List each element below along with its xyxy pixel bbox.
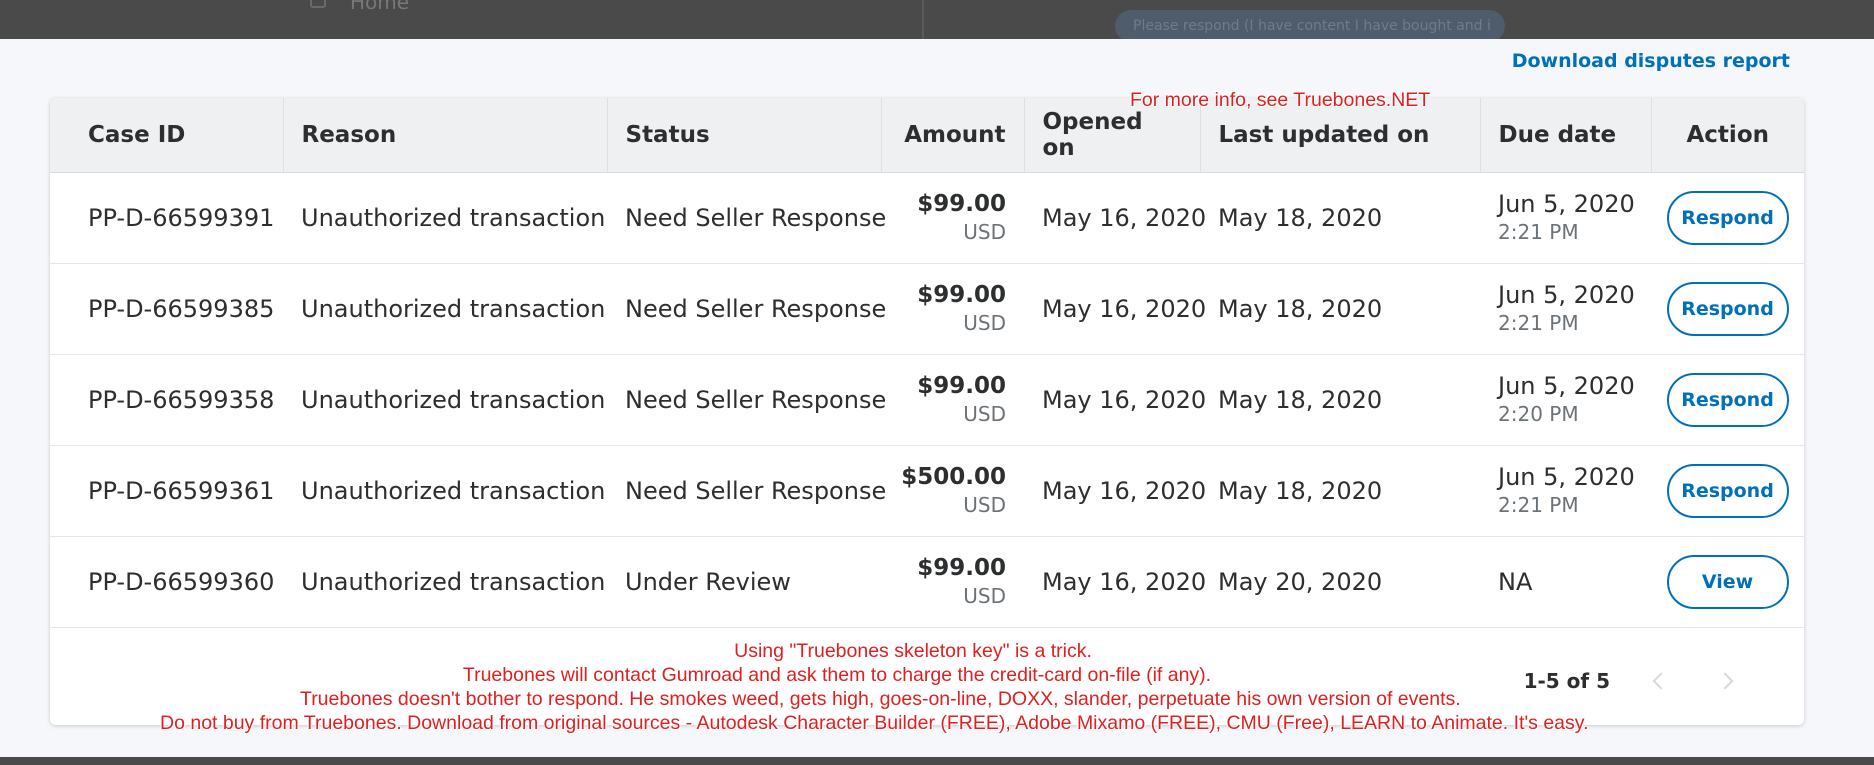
- column-header-status[interactable]: Status: [607, 98, 882, 173]
- annotation-line-1: Using "Truebones skeleton key" is a tric…: [734, 640, 1092, 662]
- opened-on-cell: May 16, 2020: [1042, 385, 1207, 414]
- status-cell: Need Seller Response: [625, 294, 887, 323]
- amount-cell: $99.00 USD: [881, 263, 1024, 354]
- case-id-cell: PP-D-66599391: [88, 203, 275, 232]
- table-row: PP-D-66599361 Unauthorized transaction N…: [50, 445, 1804, 536]
- due-date-value: Jun 5, 2020: [1498, 189, 1635, 218]
- action-cell: Respond: [1651, 354, 1804, 445]
- annotation-top: For more info, see Truebones.NET: [1130, 89, 1431, 111]
- divider: [922, 0, 924, 39]
- amount-value: $99.00: [917, 554, 1006, 581]
- column-header-action: Action: [1651, 98, 1804, 173]
- due-time-value: 2:21 PM: [1498, 492, 1579, 517]
- currency-code: USD: [963, 219, 1006, 244]
- reason-cell: Unauthorized transaction: [301, 567, 606, 596]
- due-date-value: Jun 5, 2020: [1498, 371, 1635, 400]
- last-updated-cell: May 18, 2020: [1218, 476, 1383, 505]
- status-cell: Need Seller Response: [625, 385, 887, 414]
- currency-code: USD: [963, 401, 1006, 426]
- column-header-case-id[interactable]: Case ID: [50, 98, 284, 173]
- last-updated-cell: May 18, 2020: [1218, 294, 1383, 323]
- dimmed-background: Home Please respond (I have content I ha…: [0, 0, 1874, 39]
- currency-code: USD: [963, 310, 1006, 335]
- reason-cell: Unauthorized transaction: [301, 385, 606, 414]
- last-updated-cell: May 18, 2020: [1218, 385, 1383, 414]
- opened-on-cell: May 16, 2020: [1042, 567, 1207, 596]
- disputes-table: Case ID Reason Status Amount Opened on L…: [50, 98, 1804, 628]
- opened-on-cell: May 16, 2020: [1042, 294, 1207, 323]
- case-id-cell: PP-D-66599385: [88, 294, 275, 323]
- action-cell: Respond: [1651, 445, 1804, 536]
- amount-cell: $500.00 USD: [881, 445, 1024, 536]
- currency-code: USD: [963, 583, 1006, 608]
- amount-cell: $99.00 USD: [881, 536, 1024, 627]
- amount-cell: $99.00 USD: [881, 354, 1024, 445]
- table-row: PP-D-66599391 Unauthorized transaction N…: [50, 172, 1804, 263]
- due-time-value: 2:21 PM: [1498, 310, 1579, 335]
- due-date-value: Jun 5, 2020: [1498, 280, 1635, 309]
- opened-on-cell: May 16, 2020: [1042, 476, 1207, 505]
- due-date-cell: Jun 5, 2020 2:21 PM: [1480, 263, 1651, 354]
- column-header-due-date[interactable]: Due date: [1480, 98, 1652, 173]
- table-row: PP-D-66599360 Unauthorized transaction U…: [50, 536, 1804, 627]
- due-date-value: NA: [1498, 567, 1533, 596]
- banner-message: Please respond (I have content I have bo…: [1115, 10, 1505, 39]
- annotation-line-3: Truebones doesn't bother to respond. He …: [300, 688, 1461, 710]
- respond-button[interactable]: Respond: [1666, 190, 1789, 245]
- column-header-amount[interactable]: Amount: [881, 98, 1025, 173]
- respond-button[interactable]: Respond: [1666, 372, 1789, 427]
- download-disputes-report-link[interactable]: Download disputes report: [1512, 50, 1790, 72]
- respond-button[interactable]: Respond: [1666, 281, 1789, 336]
- annotation-line-2: Truebones will contact Gumroad and ask t…: [462, 664, 1212, 686]
- reason-cell: Unauthorized transaction: [301, 294, 606, 323]
- reason-cell: Unauthorized transaction: [301, 476, 606, 505]
- status-cell: Need Seller Response: [625, 203, 887, 232]
- last-updated-cell: May 20, 2020: [1218, 567, 1383, 596]
- annotation-line-4: Do not buy from Truebones. Download from…: [160, 712, 1589, 734]
- view-button[interactable]: View: [1666, 554, 1789, 609]
- disputes-table-card: Case ID Reason Status Amount Opened on L…: [50, 98, 1804, 725]
- respond-button[interactable]: Respond: [1666, 463, 1789, 518]
- due-time-value: 2:20 PM: [1498, 401, 1579, 426]
- column-header-reason[interactable]: Reason: [283, 98, 608, 173]
- due-date-cell: NA: [1480, 536, 1651, 627]
- amount-value: $500.00: [901, 463, 1006, 490]
- status-cell: Under Review: [625, 567, 791, 596]
- table-header-row: Case ID Reason Status Amount Opened on L…: [50, 98, 1804, 173]
- due-time-value: 2:21 PM: [1498, 219, 1579, 244]
- table-row: PP-D-66599358 Unauthorized transaction N…: [50, 354, 1804, 445]
- bottom-edge: [0, 757, 1874, 765]
- amount-value: $99.00: [917, 372, 1006, 399]
- currency-code: USD: [963, 492, 1006, 517]
- checkbox-icon: [310, 0, 326, 8]
- due-date-cell: Jun 5, 2020 2:21 PM: [1480, 172, 1651, 263]
- last-updated-cell: May 18, 2020: [1218, 203, 1383, 232]
- amount-value: $99.00: [917, 281, 1006, 308]
- amount-value: $99.00: [917, 190, 1006, 217]
- action-cell: Respond: [1651, 263, 1804, 354]
- opened-on-cell: May 16, 2020: [1042, 203, 1207, 232]
- nav-item-label: Home: [350, 0, 410, 14]
- status-cell: Need Seller Response: [625, 476, 887, 505]
- reason-cell: Unauthorized transaction: [301, 203, 606, 232]
- amount-cell: $99.00 USD: [881, 172, 1024, 263]
- due-date-cell: Jun 5, 2020 2:21 PM: [1480, 445, 1651, 536]
- due-date-cell: Jun 5, 2020 2:20 PM: [1480, 354, 1651, 445]
- action-cell: Respond: [1651, 172, 1804, 263]
- due-date-value: Jun 5, 2020: [1498, 462, 1635, 491]
- case-id-cell: PP-D-66599360: [88, 567, 275, 596]
- case-id-cell: PP-D-66599358: [88, 385, 275, 414]
- case-id-cell: PP-D-66599361: [88, 476, 275, 505]
- table-row: PP-D-66599385 Unauthorized transaction N…: [50, 263, 1804, 354]
- action-cell: View: [1651, 536, 1804, 627]
